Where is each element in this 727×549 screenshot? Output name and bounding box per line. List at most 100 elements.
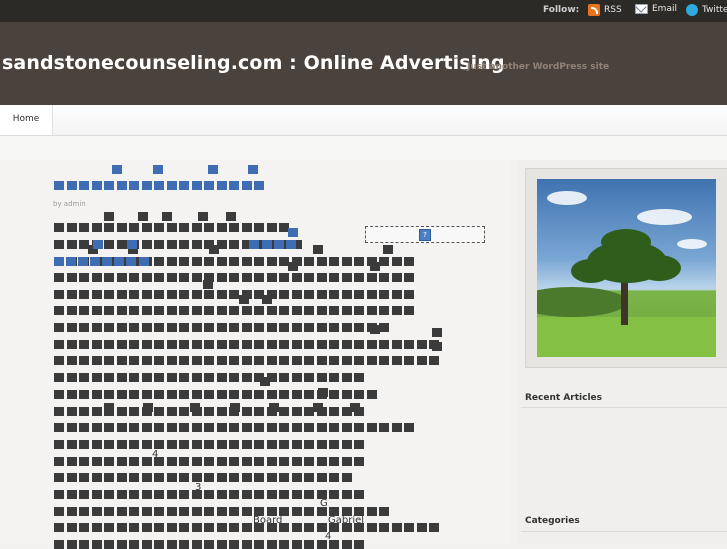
post-glyph [204, 323, 214, 332]
post-glyph [279, 340, 289, 349]
title-glyph [229, 181, 239, 190]
post-glyph [229, 490, 239, 499]
post-glyph [117, 356, 127, 365]
post-glyph [370, 325, 380, 334]
post-glyph [190, 403, 200, 412]
post-glyph [67, 373, 77, 382]
post-glyph [79, 423, 89, 432]
post-glyph [230, 403, 240, 412]
post-glyph [204, 523, 214, 532]
text-fragment: Board [253, 515, 283, 526]
link-glyph [139, 257, 149, 266]
post-glyph [317, 440, 327, 449]
post-glyph [342, 423, 352, 432]
post-glyph [229, 390, 239, 399]
post-glyph [367, 290, 377, 299]
post-glyph [154, 490, 164, 499]
post-glyph [417, 523, 427, 532]
post-glyph [167, 306, 177, 315]
post-glyph [79, 290, 89, 299]
post-glyph [179, 356, 189, 365]
post-glyph [204, 507, 214, 516]
post-glyph [242, 356, 252, 365]
post-glyph [179, 257, 189, 266]
post-glyph [54, 290, 64, 299]
post-glyph [167, 290, 177, 299]
post-glyph [317, 340, 327, 349]
post-glyph [417, 340, 427, 349]
post-glyph [104, 423, 114, 432]
post-glyph [67, 323, 77, 332]
post-glyph [54, 457, 64, 466]
post-glyph [67, 306, 77, 315]
post-glyph [379, 523, 389, 532]
link-glyph [249, 240, 259, 249]
post-glyph [162, 212, 172, 221]
rss-link[interactable]: RSS [588, 4, 622, 16]
rss-label: RSS [604, 5, 622, 15]
post-glyph [142, 490, 152, 499]
post-glyph [104, 523, 114, 532]
post-glyph [92, 423, 102, 432]
post-glyph [317, 373, 327, 382]
post-glyph [242, 273, 252, 282]
post-glyph [279, 306, 289, 315]
nav-item-home[interactable]: Home [0, 105, 53, 135]
post-glyph [292, 423, 302, 432]
post-glyph [254, 273, 264, 282]
post-glyph [242, 223, 252, 232]
site-title[interactable]: sandstonecounseling.com : Online Adverti… [2, 52, 505, 74]
post-glyph [154, 306, 164, 315]
post-glyph [267, 473, 277, 482]
post-glyph [417, 356, 427, 365]
sidebar-photo-frame [525, 168, 727, 368]
post-glyph [179, 440, 189, 449]
recent-articles-heading: Recent Articles [525, 393, 602, 403]
post-glyph [129, 507, 139, 516]
post-glyph [292, 490, 302, 499]
post-glyph [67, 423, 77, 432]
twitter-link[interactable]: Twitter [686, 4, 727, 16]
post-glyph [317, 306, 327, 315]
post-glyph [217, 390, 227, 399]
post-glyph [54, 373, 64, 382]
post-glyph [217, 523, 227, 532]
post-glyph [229, 257, 239, 266]
post-glyph [79, 390, 89, 399]
post-glyph [179, 373, 189, 382]
post-glyph [304, 373, 314, 382]
post-glyph [217, 423, 227, 432]
post-glyph [79, 323, 89, 332]
post-glyph [267, 223, 277, 232]
post-glyph [154, 440, 164, 449]
post-glyph [217, 323, 227, 332]
post-glyph [192, 323, 202, 332]
post-glyph [254, 457, 264, 466]
post-glyph [142, 373, 152, 382]
post-glyph [329, 457, 339, 466]
missing-plugin-icon: ? [419, 229, 431, 241]
post-glyph [154, 390, 164, 399]
email-link[interactable]: Email [635, 4, 677, 14]
post-glyph [404, 306, 414, 315]
post-glyph [79, 340, 89, 349]
post-glyph [129, 490, 139, 499]
post-glyph [292, 523, 302, 532]
post-glyph [217, 407, 227, 416]
post-glyph [154, 407, 164, 416]
text-fragment: G [320, 498, 328, 509]
title-glyph [254, 181, 264, 190]
post-glyph [354, 273, 364, 282]
post-glyph [317, 323, 327, 332]
post-glyph [292, 356, 302, 365]
post-glyph [217, 440, 227, 449]
post-glyph [379, 356, 389, 365]
post-glyph [279, 373, 289, 382]
post-glyph [404, 290, 414, 299]
post-glyph [79, 407, 89, 416]
post-glyph [54, 306, 64, 315]
post-glyph [67, 407, 77, 416]
post-glyph [217, 507, 227, 516]
post-glyph [404, 257, 414, 266]
post-glyph [404, 356, 414, 365]
